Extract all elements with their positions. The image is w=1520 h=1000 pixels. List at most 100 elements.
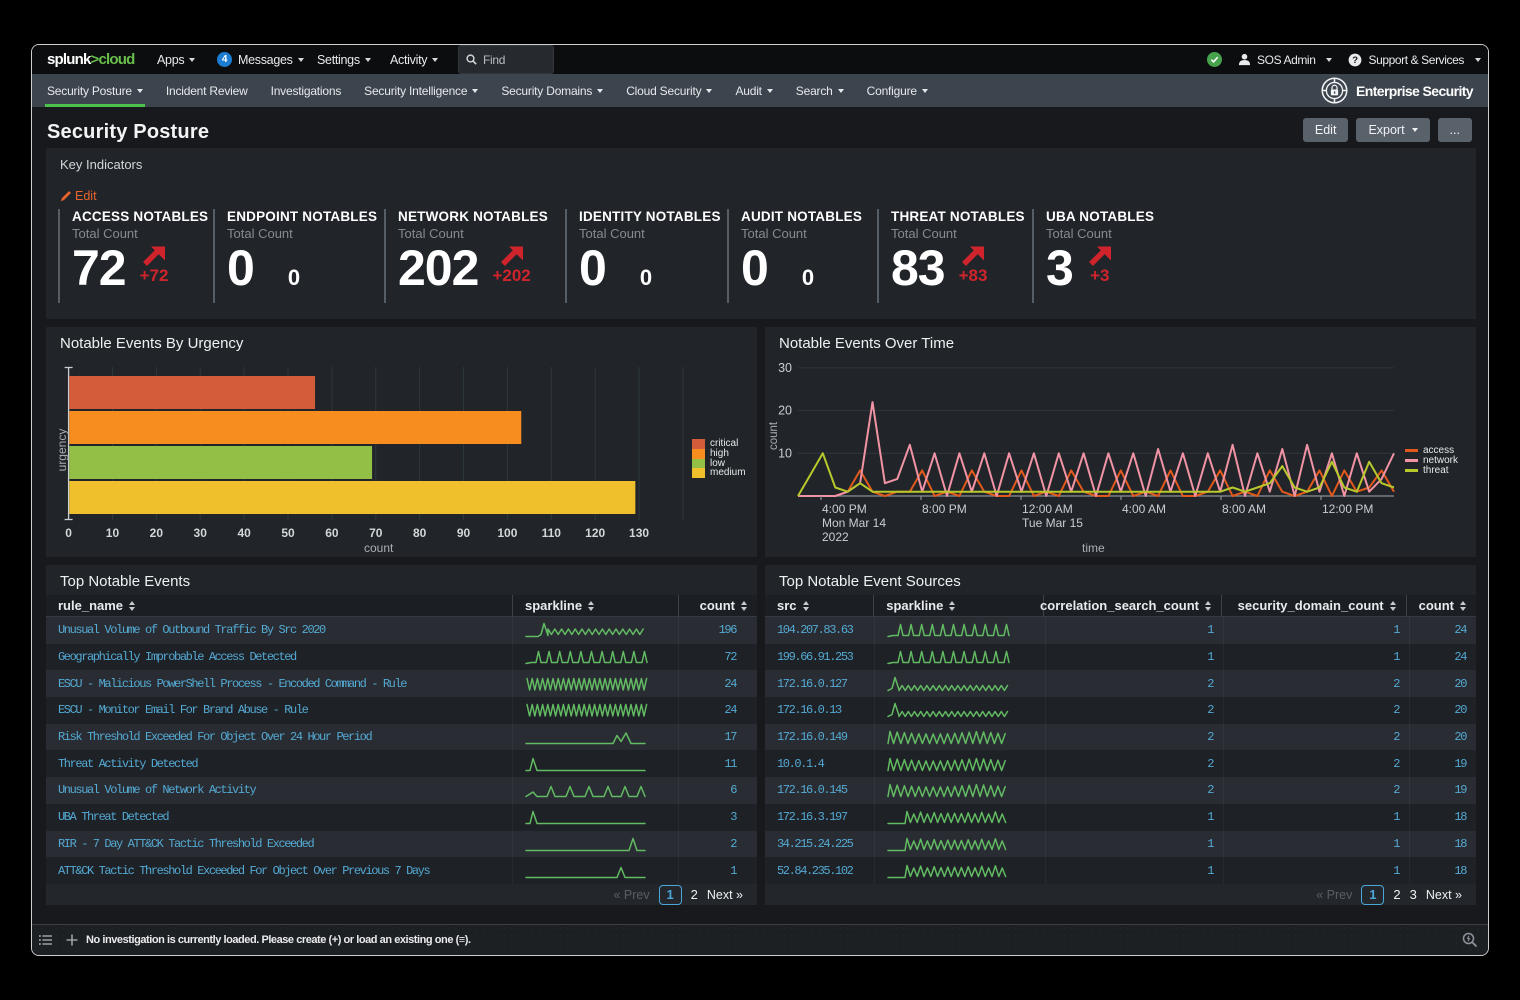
cell-security_domain_count: 2 [1223, 697, 1409, 724]
bar-critical[interactable] [69, 376, 316, 409]
cell-count: 24 [678, 670, 757, 698]
table-row[interactable]: Threat Activity Detected 11 [46, 750, 757, 778]
menu-activity[interactable]: Activity [390, 45, 439, 74]
investigation-search-icon[interactable] [1462, 932, 1478, 948]
bar-medium[interactable] [69, 481, 636, 514]
page-button-2[interactable]: 2 [691, 887, 698, 902]
tab-label: Audit [735, 83, 762, 98]
tab-audit[interactable]: Audit [735, 74, 773, 107]
table-row[interactable]: ESCU - Malicious PowerShell Process - En… [46, 670, 757, 698]
table-row[interactable]: 172.16.0.149 2 2 20 [765, 723, 1476, 751]
kpi-value: 0 [579, 240, 607, 296]
table-row[interactable]: ATT&CK Tactic Threshold Exceeded For Obj… [46, 857, 757, 884]
tab-configure[interactable]: Configure [867, 74, 928, 107]
support-menu[interactable]: ? Support & Services [1348, 53, 1481, 67]
investigation-list-icon[interactable] [39, 934, 53, 946]
table-row[interactable]: 104.207.83.63 1 1 24 [765, 617, 1476, 644]
kpi-audit-notables[interactable]: AUDIT NOTABLES Total Count 0 0 [727, 209, 862, 303]
export-button[interactable]: Export [1356, 118, 1430, 142]
help-icon: ? [1348, 53, 1362, 67]
tab-investigations[interactable]: Investigations [271, 74, 342, 107]
tab-cloud-security[interactable]: Cloud Security [626, 74, 713, 107]
sort-icon [1205, 600, 1211, 611]
column-header-rule_name[interactable]: rule_name [46, 595, 512, 617]
prev-page-button[interactable]: « Prev [1316, 888, 1352, 902]
tab-security-domains[interactable]: Security Domains [501, 74, 604, 107]
cell-rule_name: Unusual Volume of Outbound Traffic By Sr… [58, 623, 326, 638]
tab-security-posture[interactable]: Security Posture [45, 74, 145, 107]
table-row[interactable]: RIR - 7 Day ATT&CK Tactic Threshold Exce… [46, 830, 757, 858]
bar-high[interactable] [69, 411, 522, 444]
table-row[interactable]: Risk Threshold Exceeded For Object Over … [46, 723, 757, 751]
menu-messages[interactable]: 4 Messages [217, 45, 304, 74]
edit-button[interactable]: Edit [1302, 118, 1349, 142]
table-row[interactable]: 172.16.0.145 2 2 19 [765, 777, 1476, 804]
bar-low[interactable] [69, 446, 373, 479]
logo-cloud: cloud [98, 51, 136, 68]
column-header-correlation_search_count[interactable]: correlation_search_count [1040, 594, 1221, 617]
kpi-network-notables[interactable]: NETWORK NOTABLES Total Count 202 +202 [384, 209, 548, 303]
page-button-2[interactable]: 2 [1393, 887, 1400, 902]
table-row[interactable]: UBA Threat Detected 3 [46, 803, 757, 831]
find-search-input[interactable]: Find [458, 45, 554, 74]
tab-label: Incident Review [165, 83, 248, 98]
cell-security_domain_count: 1 [1223, 617, 1409, 644]
table-row[interactable]: Unusual Volume of Network Activity 6 [46, 777, 757, 804]
bar-chart-ylabel: urgency [55, 428, 69, 472]
column-header-count[interactable]: count [678, 594, 757, 617]
sort-icon [129, 600, 136, 611]
splunk-cloud-logo[interactable]: splunk > cloud [47, 45, 135, 74]
sparkline-spike_ripple [887, 703, 1009, 718]
cell-sparkline [874, 643, 1045, 671]
menu-apps[interactable]: Apps [157, 45, 196, 74]
next-page-button[interactable]: Next » [1426, 888, 1462, 902]
kpi-identity-notables[interactable]: IDENTITY NOTABLES Total Count 0 0 [565, 209, 721, 303]
cell-security_domain_count: 1 [1223, 803, 1409, 831]
cell-src: 104.207.83.63 [777, 623, 854, 638]
table-row[interactable]: 172.16.0.127 2 2 20 [765, 670, 1476, 698]
tab-incident-review[interactable]: Incident Review [166, 74, 248, 107]
page-button-3[interactable]: 3 [1410, 887, 1417, 902]
column-header-src[interactable]: src [765, 595, 873, 617]
menu-settings[interactable]: Settings [317, 45, 371, 74]
kpi-subtitle: Total Count [579, 226, 645, 241]
kpi-subtitle: Total Count [1046, 226, 1112, 241]
cell-sparkline [512, 857, 678, 884]
user-menu[interactable]: SOS Admin [1238, 53, 1333, 67]
create-investigation-icon[interactable] [66, 934, 78, 946]
kpi-edit-link[interactable]: Edit [60, 189, 97, 203]
prev-page-button[interactable]: « Prev [613, 888, 649, 902]
x-tick-label: 8:00 AM [1222, 502, 1266, 516]
kpi-endpoint-notables[interactable]: ENDPOINT NOTABLES Total Count 0 0 [213, 209, 377, 303]
column-header-count[interactable]: count [1405, 594, 1476, 617]
kpi-uba-notables[interactable]: UBA NOTABLES Total Count 3 +3 [1032, 209, 1154, 303]
kpi-threat-notables[interactable]: THREAT NOTABLES Total Count 83 +83 [877, 209, 1025, 303]
cell-security_domain_count: 1 [1223, 830, 1409, 858]
column-header-sparkline[interactable]: sparkline [873, 594, 1043, 617]
kpi-access-notables[interactable]: ACCESS NOTABLES Total Count 72 +72 [58, 209, 208, 303]
page-button-1[interactable]: 1 [1361, 884, 1385, 905]
table-row[interactable]: 172.16.0.13 2 2 20 [765, 697, 1476, 724]
table-row[interactable]: ESCU - Monitor Email For Brand Abuse - R… [46, 697, 757, 724]
table-row[interactable]: 172.16.3.197 1 1 18 [765, 803, 1476, 831]
table-row[interactable]: 199.66.91.253 1 1 24 [765, 643, 1476, 671]
next-page-button[interactable]: Next » [707, 888, 743, 902]
more-button[interactable]: ... [1437, 118, 1472, 142]
column-header-sparkline[interactable]: sparkline [512, 594, 678, 617]
table-row[interactable]: 10.0.1.4 2 2 19 [765, 750, 1476, 778]
table-row[interactable]: Geographically Improbable Access Detecte… [46, 643, 757, 671]
cell-sparkline [512, 617, 678, 644]
cell-count: 72 [678, 643, 757, 671]
tab-label: Search [795, 83, 833, 98]
cell-correlation_search_count: 1 [1045, 830, 1223, 858]
table-row[interactable]: Unusual Volume of Outbound Traffic By Sr… [46, 617, 757, 644]
kpi-value-row: 00 [579, 240, 721, 296]
status-ok-icon[interactable] [1207, 52, 1223, 67]
series-threat [797, 452, 1395, 497]
column-header-security_domain_count[interactable]: security_domain_count [1221, 594, 1406, 617]
table-row[interactable]: 52.84.235.102 1 1 18 [765, 857, 1476, 884]
table-row[interactable]: 34.215.24.225 1 1 18 [765, 830, 1476, 858]
tab-security-intelligence[interactable]: Security Intelligence [364, 74, 479, 107]
page-button-1[interactable]: 1 [658, 884, 682, 905]
tab-search[interactable]: Search [796, 74, 844, 107]
